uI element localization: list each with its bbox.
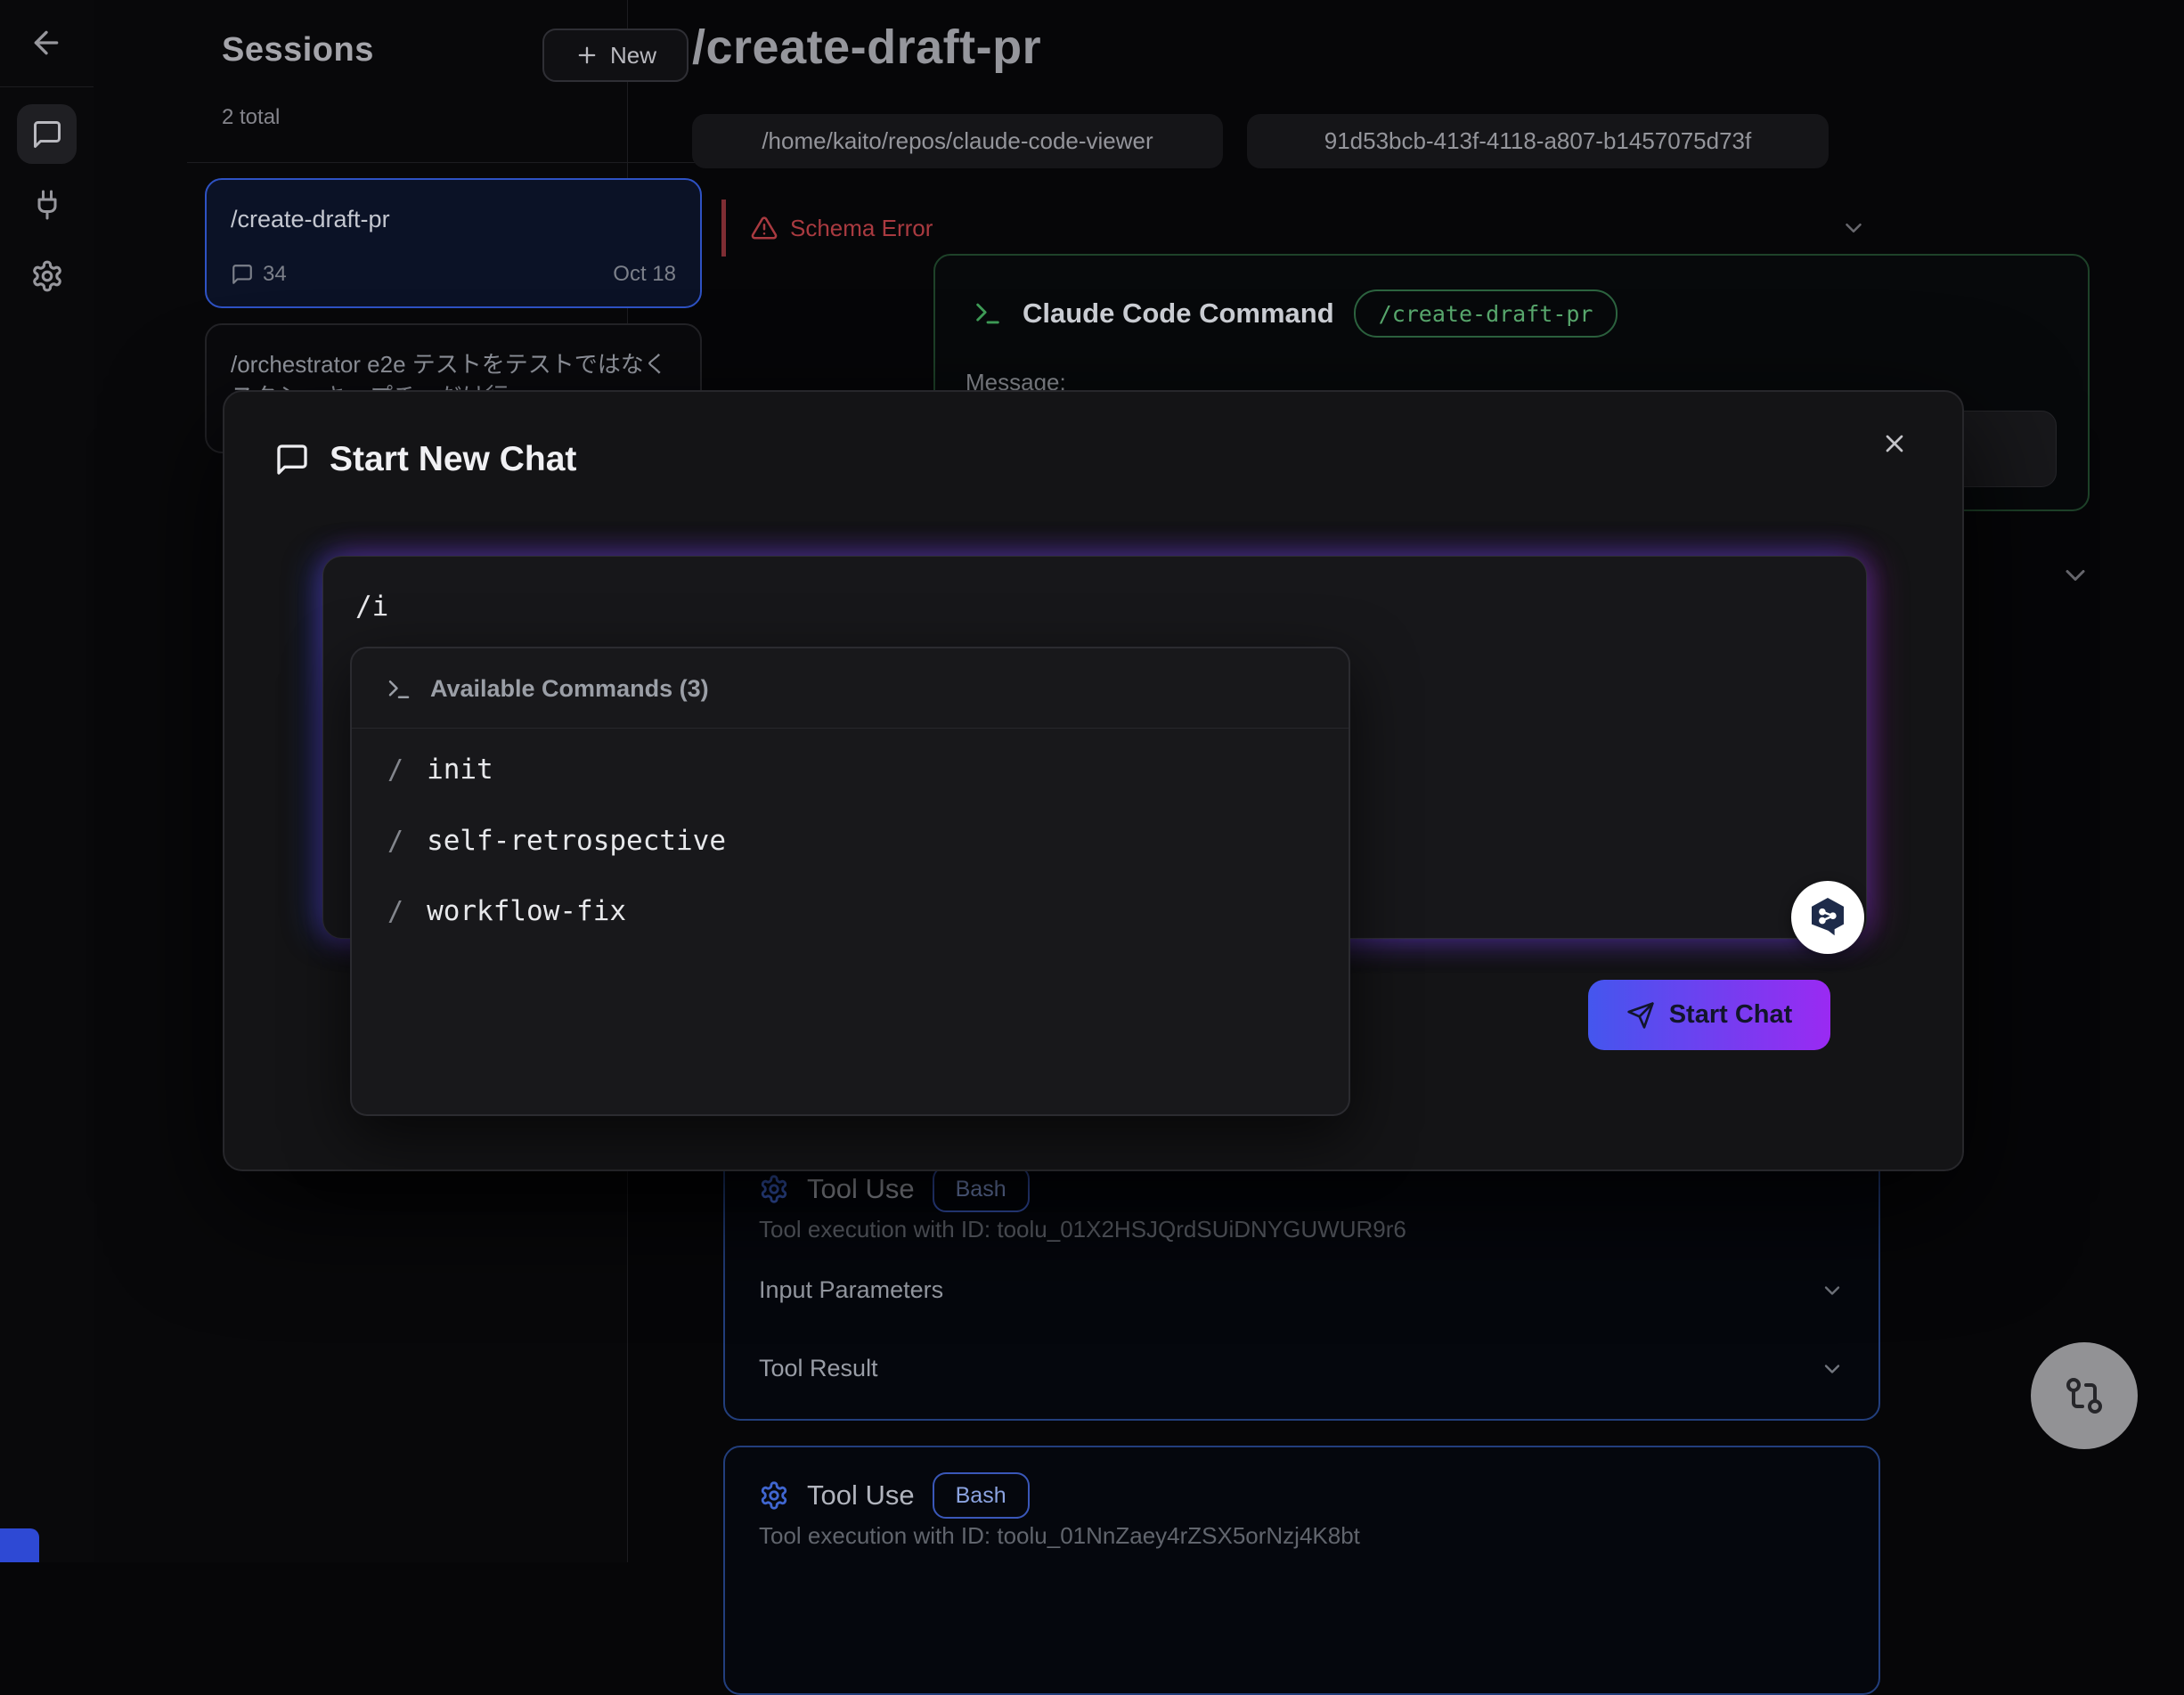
chevron-down-icon[interactable] [2059, 559, 2091, 591]
tool-result-label: Tool Result [759, 1355, 878, 1382]
message-square-icon [31, 118, 63, 151]
git-compare-fab[interactable] [2031, 1342, 2138, 1449]
arrow-left-icon [29, 25, 64, 61]
command-name: self-retrospective [427, 825, 726, 857]
command-prefix: / [387, 754, 403, 786]
tool-use-title: Tool Use [807, 1173, 915, 1205]
start-new-chat-modal: Start New Chat /i Available Commands (3)… [223, 390, 1964, 1171]
command-option-self-retrospective[interactable]: / self-retrospective [387, 825, 726, 857]
terminal-icon [386, 676, 412, 703]
session-message-count: 34 [263, 262, 287, 287]
tool-use-title: Tool Use [807, 1479, 915, 1512]
plug-icon [31, 189, 63, 221]
close-button[interactable] [1875, 424, 1914, 463]
chevron-down-icon [1820, 1278, 1845, 1303]
tool-execution-id: Tool execution with ID: toolu_01NnZaey4r… [759, 1522, 1360, 1550]
command-option-workflow-fix[interactable]: / workflow-fix [387, 895, 626, 927]
tool-result-section[interactable]: Tool Result [759, 1355, 1845, 1382]
available-commands-header: Available Commands (3) [430, 675, 709, 703]
icon-rail [0, 0, 94, 1562]
rail-divider [0, 86, 94, 87]
project-path-badge: /home/kaito/repos/claude-code-viewer [692, 114, 1223, 168]
session-id-badge: 91d53bcb-413f-4118-a807-b1457075d73f [1247, 114, 1829, 168]
modal-title: Start New Chat [330, 440, 576, 479]
chevron-down-icon [1820, 1357, 1845, 1381]
session-meta: 34 Oct 18 [231, 262, 676, 287]
popover-divider [352, 728, 1349, 729]
new-session-label: New [610, 42, 656, 69]
new-session-button[interactable]: New [542, 29, 689, 82]
chat-input-value: /i [355, 591, 388, 623]
start-chat-button[interactable]: Start Chat [1588, 980, 1830, 1050]
hexagon-chat-share-icon [1804, 893, 1852, 941]
git-compare-icon [2063, 1374, 2106, 1417]
schema-error-banner[interactable]: Schema Error [721, 200, 1883, 257]
gear-icon [759, 1480, 789, 1511]
start-chat-label: Start Chat [1669, 1000, 1793, 1030]
tool-use-card: Tool Use Bash Tool execution with ID: to… [723, 1446, 1880, 1695]
schema-error-label: Schema Error [790, 215, 933, 242]
sessions-divider [187, 162, 721, 163]
sessions-title: Sessions [222, 31, 374, 69]
message-square-icon [274, 442, 310, 477]
message-square-icon [231, 263, 254, 286]
command-name: init [427, 754, 493, 786]
page-title: /create-draft-pr [692, 20, 1041, 75]
gear-icon [759, 1174, 789, 1204]
back-button[interactable] [23, 23, 69, 62]
nav-settings[interactable] [25, 254, 69, 298]
command-badge: /create-draft-pr [1354, 289, 1618, 338]
close-icon [1880, 428, 1909, 459]
plus-icon [575, 43, 599, 68]
available-commands-popover: Available Commands (3) / init / self-ret… [350, 647, 1350, 1116]
tool-badge-bash: Bash [933, 1166, 1030, 1212]
gear-icon [30, 259, 64, 293]
brand-chat-bubble-logo [1791, 881, 1864, 954]
session-card-create-draft-pr[interactable]: /create-draft-pr 34 Oct 18 [205, 178, 702, 308]
command-prefix: / [387, 826, 403, 857]
nav-chats-active[interactable] [17, 104, 77, 164]
nav-plugins[interactable] [25, 183, 69, 227]
warning-triangle-icon [751, 215, 778, 241]
command-prefix: / [387, 896, 403, 927]
tool-badge-bash: Bash [933, 1472, 1030, 1519]
command-card-title: Claude Code Command [1023, 297, 1334, 330]
command-option-init[interactable]: / init [387, 754, 493, 786]
dev-indicator-badge [0, 1528, 39, 1562]
command-name: workflow-fix [427, 895, 626, 927]
send-icon [1626, 1001, 1655, 1030]
input-parameters-section[interactable]: Input Parameters [759, 1276, 1845, 1304]
input-parameters-label: Input Parameters [759, 1276, 943, 1304]
session-date: Oct 18 [613, 262, 676, 287]
sessions-total: 2 total [222, 105, 280, 130]
chevron-down-icon[interactable] [1840, 215, 1867, 241]
tool-use-card: Tool Use Bash Tool execution with ID: to… [723, 1139, 1880, 1421]
session-title: /create-draft-pr [231, 203, 676, 235]
terminal-icon [973, 298, 1003, 329]
tool-execution-id: Tool execution with ID: toolu_01X2HSJQrd… [759, 1216, 1406, 1243]
